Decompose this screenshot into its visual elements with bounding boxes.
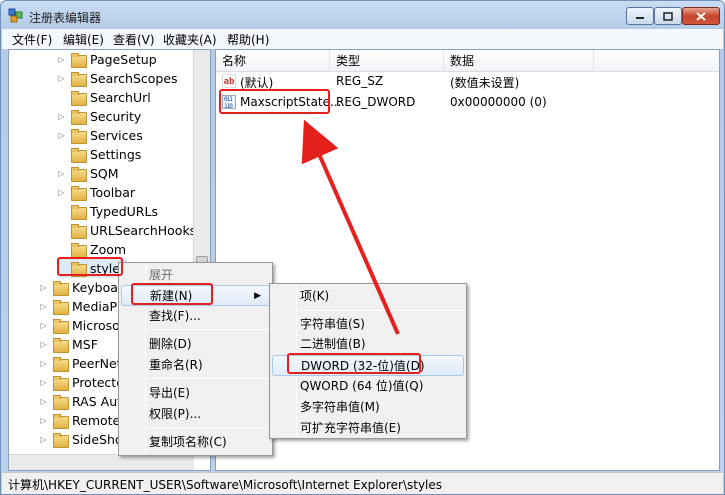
annotation-arrow (301, 119, 400, 335)
